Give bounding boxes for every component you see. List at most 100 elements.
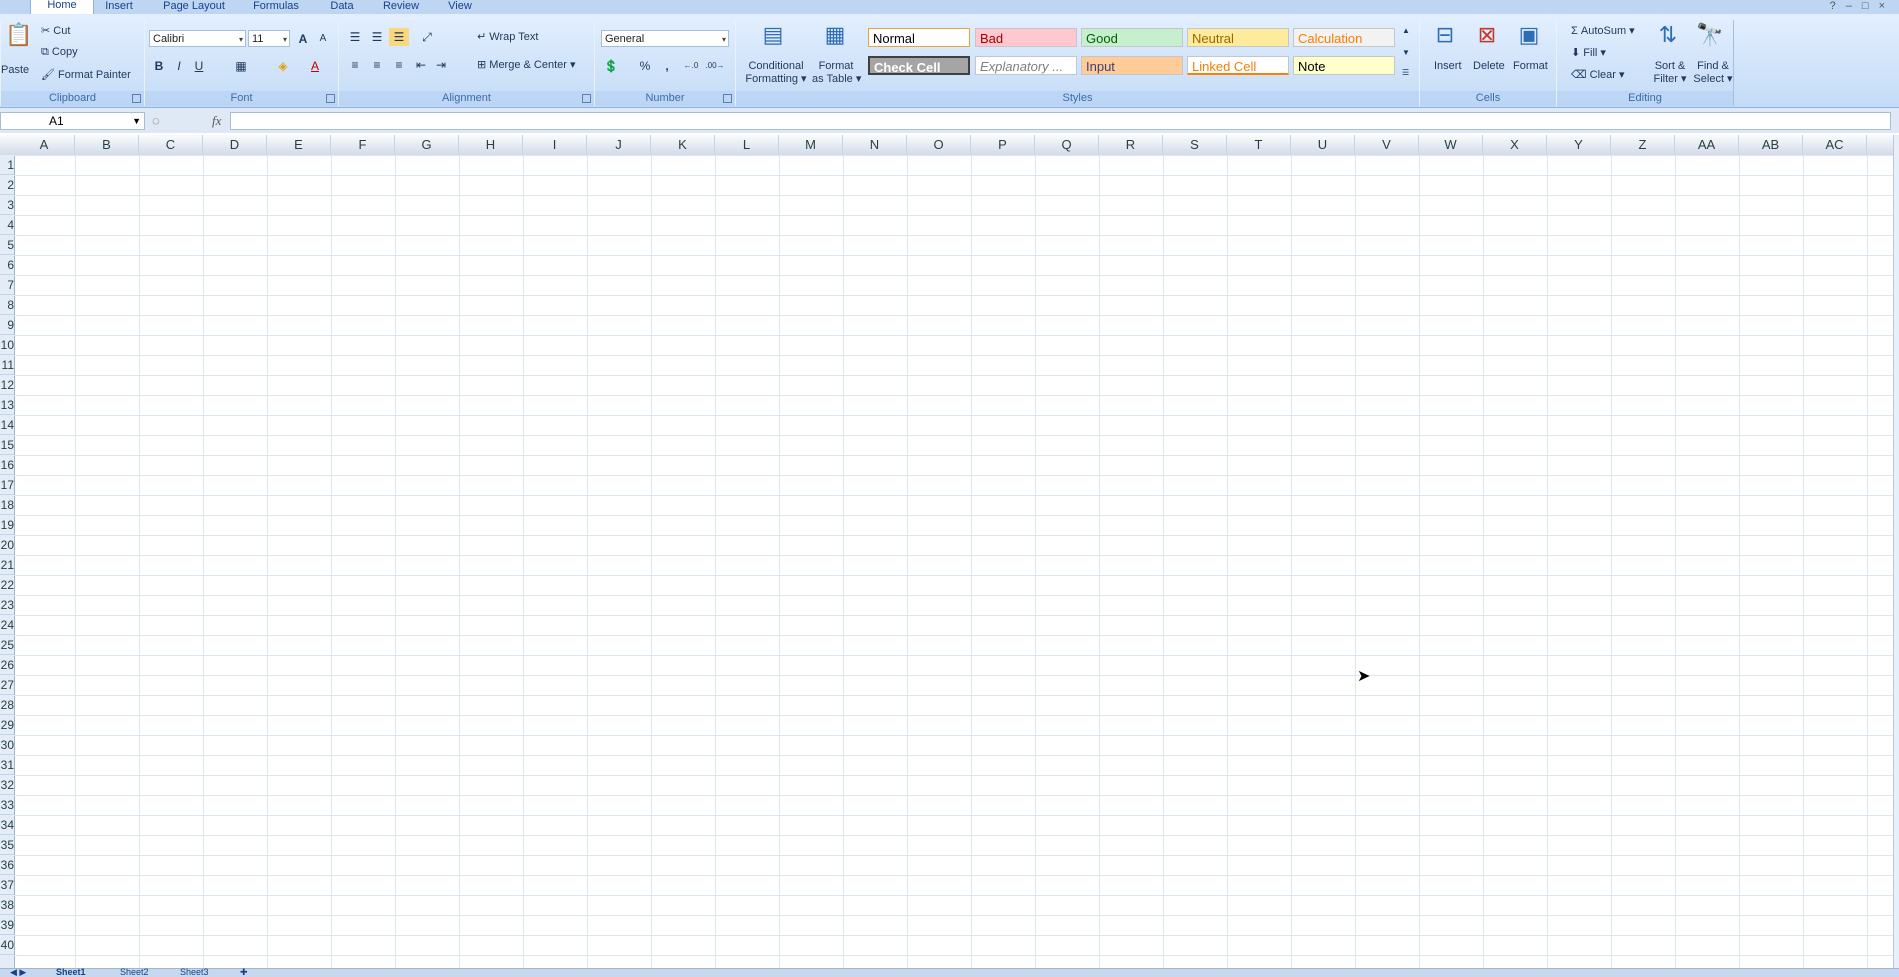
row-header[interactable]: 7 <box>0 275 14 295</box>
column-header[interactable]: AC <box>1803 135 1867 155</box>
align-right-icon[interactable]: ≡ <box>389 56 409 74</box>
chevron-down-icon[interactable]: ▼ <box>132 113 141 129</box>
dialog-launcher-icon[interactable] <box>132 94 141 103</box>
window-controls[interactable]: ?–□× <box>1830 0 1895 12</box>
align-left-icon[interactable]: ≡ <box>345 56 365 74</box>
insert-cells-icon[interactable]: ⊟ <box>1430 22 1460 48</box>
row-header[interactable]: 21 <box>0 555 14 575</box>
column-header[interactable]: Q <box>1035 135 1099 155</box>
row-header[interactable]: 16 <box>0 455 14 475</box>
align-middle-icon[interactable]: ☰ <box>367 28 387 46</box>
column-header[interactable]: W <box>1419 135 1483 155</box>
column-header[interactable]: Z <box>1611 135 1675 155</box>
row-header[interactable]: 30 <box>0 735 14 755</box>
row-header[interactable]: 37 <box>0 875 14 895</box>
column-header[interactable]: D <box>203 135 267 155</box>
number-format-select[interactable]: General ▾ <box>601 30 729 47</box>
fill-button[interactable]: ⬇ Fill ▾ <box>1571 46 1606 59</box>
dialog-launcher-icon[interactable] <box>326 94 335 103</box>
column-header[interactable]: I <box>523 135 587 155</box>
row-header[interactable]: 5 <box>0 235 14 255</box>
row-header[interactable]: 22 <box>0 575 14 595</box>
conditional-formatting-button[interactable]: Conditional Formatting ▾ <box>744 60 808 85</box>
row-header[interactable]: 23 <box>0 595 14 615</box>
decrease-indent-icon[interactable]: ⇤ <box>411 56 431 74</box>
tab-home[interactable]: Home <box>30 0 94 15</box>
formula-input[interactable] <box>230 112 1891 130</box>
worksheet-grid[interactable] <box>14 155 1893 968</box>
row-header[interactable]: 6 <box>0 255 14 275</box>
delete-cells-button[interactable]: Delete <box>1473 60 1505 72</box>
shrink-font-button[interactable]: A <box>313 30 333 48</box>
format-as-table-button[interactable]: Format as Table ▾ <box>812 60 861 85</box>
tab-page-layout[interactable]: Page Layout <box>154 0 234 14</box>
column-header[interactable]: M <box>779 135 843 155</box>
tab-data[interactable]: Data <box>322 0 362 14</box>
row-header[interactable]: 36 <box>0 855 14 875</box>
row-header[interactable]: 1 <box>0 155 14 175</box>
paste-icon[interactable]: 📋 <box>5 22 32 48</box>
delete-cells-icon[interactable]: ⊠ <box>1472 22 1502 48</box>
sheet-nav-icon[interactable]: ◀ ▶ <box>10 968 26 977</box>
row-header[interactable]: 8 <box>0 295 14 315</box>
column-header[interactable]: T <box>1227 135 1291 155</box>
sort-filter-button[interactable]: Sort & Filter ▾ <box>1651 60 1689 85</box>
column-header[interactable]: S <box>1163 135 1227 155</box>
row-header[interactable]: 11 <box>0 355 14 375</box>
row-header[interactable]: 2 <box>0 175 14 195</box>
row-header[interactable]: 17 <box>0 475 14 495</box>
decrease-decimal-icon[interactable]: .00→ <box>705 57 725 75</box>
comma-button[interactable]: , <box>657 57 677 75</box>
row-header[interactable]: 32 <box>0 775 14 795</box>
style-normal[interactable]: Normal <box>868 28 970 47</box>
column-header[interactable]: L <box>715 135 779 155</box>
sheet-tab-3[interactable]: Sheet3 <box>180 968 209 977</box>
restore-icon[interactable]: □ <box>1862 0 1879 12</box>
italic-button[interactable]: I <box>169 57 189 75</box>
find-select-button[interactable]: Find & Select ▾ <box>1693 60 1733 85</box>
conditional-formatting-icon[interactable]: ▤ <box>758 22 788 48</box>
format-painter-button[interactable]: 🖌 Format Painter <box>41 68 131 81</box>
row-header[interactable]: 38 <box>0 895 14 915</box>
row-header[interactable]: 25 <box>0 635 14 655</box>
column-header[interactable]: R <box>1099 135 1163 155</box>
tab-view[interactable]: View <box>440 0 480 14</box>
row-header[interactable]: 24 <box>0 615 14 635</box>
column-header[interactable]: X <box>1483 135 1547 155</box>
format-as-table-icon[interactable]: ▦ <box>820 22 850 48</box>
row-header[interactable]: 10 <box>0 335 14 355</box>
styles-more-icon[interactable]: ☰ <box>1402 68 1409 77</box>
column-header[interactable]: B <box>75 135 139 155</box>
row-header[interactable]: 15 <box>0 435 14 455</box>
style-calculation[interactable]: Calculation <box>1293 28 1395 47</box>
insert-cells-button[interactable]: Insert <box>1434 60 1462 72</box>
insert-function-button[interactable]: fx <box>212 113 221 129</box>
copy-button[interactable]: ⧉ Copy <box>41 46 78 59</box>
column-header[interactable]: O <box>907 135 971 155</box>
row-header[interactable]: 39 <box>0 915 14 935</box>
fill-color-icon[interactable]: ◈ <box>273 57 293 75</box>
merge-center-button[interactable]: ⊞ Merge & Center ▾ <box>477 58 576 71</box>
format-cells-button[interactable]: Format <box>1513 60 1548 72</box>
column-header[interactable]: P <box>971 135 1035 155</box>
column-header[interactable]: J <box>587 135 651 155</box>
help-icon[interactable]: ? <box>1830 0 1846 12</box>
style-explanatory[interactable]: Explanatory ... <box>975 56 1077 75</box>
underline-button[interactable]: U <box>189 57 209 75</box>
font-size-select[interactable]: 11 ▾ <box>248 30 290 47</box>
column-header[interactable]: N <box>843 135 907 155</box>
dialog-launcher-icon[interactable] <box>723 94 732 103</box>
row-header[interactable]: 12 <box>0 375 14 395</box>
row-header[interactable]: 4 <box>0 215 14 235</box>
style-check-cell[interactable]: Check Cell <box>868 56 970 75</box>
column-header[interactable]: G <box>395 135 459 155</box>
row-header[interactable]: 14 <box>0 415 14 435</box>
column-header[interactable]: AA <box>1675 135 1739 155</box>
clear-button[interactable]: ⌫ Clear ▾ <box>1571 68 1625 81</box>
column-header[interactable]: A <box>14 135 75 155</box>
style-input[interactable]: Input <box>1081 56 1183 75</box>
sheet-tab-1[interactable]: Sheet1 <box>56 968 86 977</box>
insert-sheet-icon[interactable]: ✚ <box>240 968 248 977</box>
align-center-icon[interactable]: ≡ <box>367 56 387 74</box>
column-header[interactable]: F <box>331 135 395 155</box>
